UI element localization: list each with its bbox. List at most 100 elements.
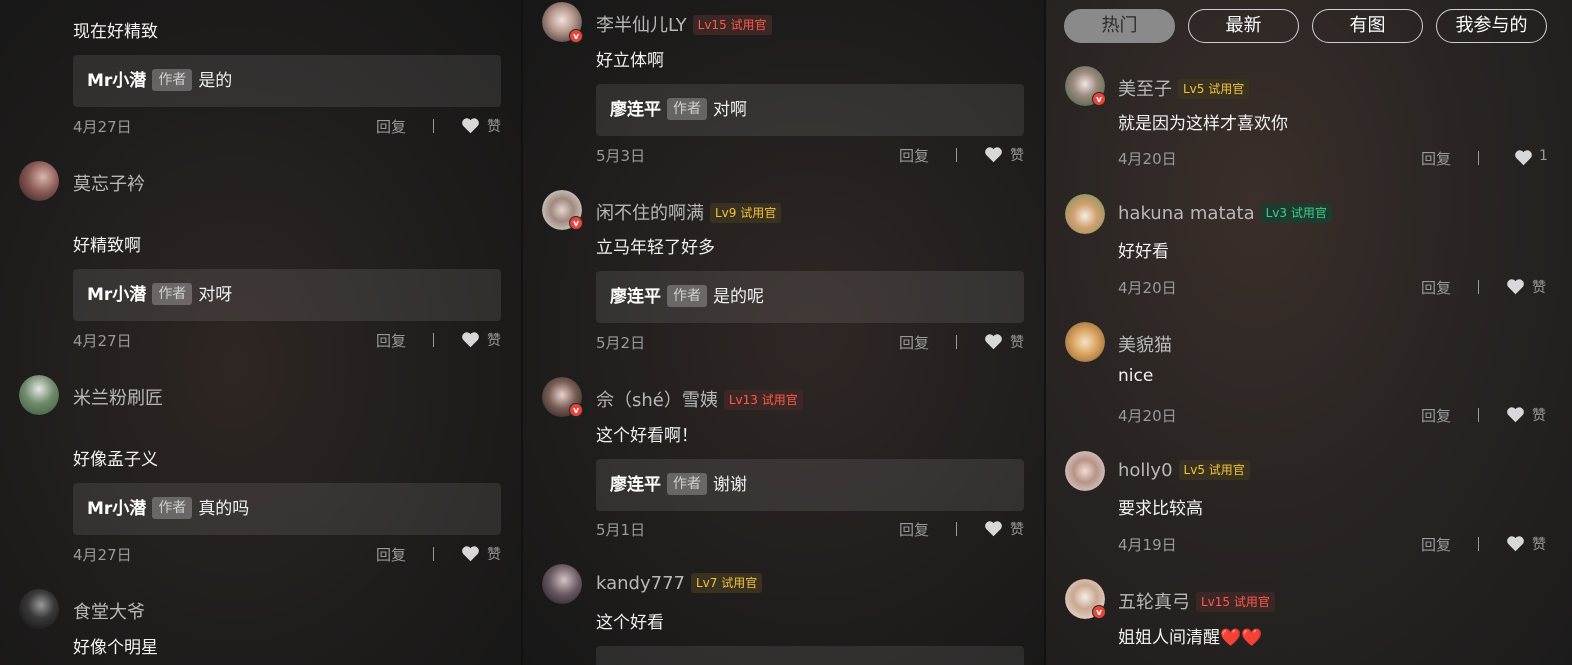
author-reply[interactable]: Mr小潜 作者 对呀 xyxy=(73,269,501,321)
username[interactable]: 食堂大爷 xyxy=(73,598,145,624)
verified-badge-icon: v xyxy=(1092,605,1106,619)
comment-text: 现在好精致 xyxy=(73,22,158,42)
heart-icon[interactable] xyxy=(1506,406,1525,423)
like-count: 赞 xyxy=(1532,537,1546,553)
comment-date: 4月20日 xyxy=(1118,407,1177,425)
level-badge: Lv3 试用官 xyxy=(1260,203,1332,223)
like-count: 1 xyxy=(1539,148,1548,164)
author-reply[interactable]: Mr小潜 作者 是的 xyxy=(73,55,501,107)
comment-column-3[interactable]: v 美至子 Lv5 试用官 就是因为这样才喜欢你 4月20日 回复 1 hakun… xyxy=(1046,0,1572,665)
author-tag: 作者 xyxy=(667,473,707,495)
comment-meta: 4月27日 回复 赞 xyxy=(73,116,501,136)
reply-button[interactable]: 回复 xyxy=(1421,405,1451,426)
username[interactable]: 李半仙儿LY Lv15 试用官 xyxy=(596,11,772,37)
divider xyxy=(956,335,957,349)
comment-date: 4月27日 xyxy=(73,332,132,350)
comment-column-2[interactable]: v 李半仙儿LY Lv15 试用官 好立体啊 廖连平 作者 对啊 5月3日 回复 赞 … xyxy=(523,0,1044,665)
like-count: 赞 xyxy=(1532,408,1546,424)
reply-author-name: 廖连平 xyxy=(610,100,661,120)
divider xyxy=(956,522,957,536)
heart-icon[interactable] xyxy=(461,117,480,134)
reply-button[interactable]: 回复 xyxy=(1421,277,1451,298)
username[interactable]: 闲不住的啊满 Lv9 试用官 xyxy=(596,199,782,225)
user-avatar[interactable] xyxy=(1065,451,1105,491)
username[interactable]: 美至子 Lv5 试用官 xyxy=(1118,75,1250,101)
comment-meta: 5月2日 回复 赞 xyxy=(596,332,1024,352)
like-count: 赞 xyxy=(1010,148,1024,164)
filter-participated-button[interactable]: 我参与的 xyxy=(1436,9,1547,43)
comment-column-1[interactable]: 现在好精致 Mr小潜 作者 是的 4月27日 回复 赞 莫忘子衿 好精致啊 Mr小潜… xyxy=(0,0,521,665)
username[interactable]: 五轮真弓 Lv15 试用官 xyxy=(1118,588,1275,614)
reply-button[interactable]: 回复 xyxy=(376,330,406,351)
reply-button[interactable]: 回复 xyxy=(899,332,929,353)
heart-icon[interactable] xyxy=(461,331,480,348)
reply-button[interactable]: 回复 xyxy=(899,519,929,540)
comment-text: 好像个明星 xyxy=(73,638,158,658)
user-avatar[interactable] xyxy=(1065,322,1105,362)
heart-icon[interactable] xyxy=(984,333,1003,350)
username[interactable]: hakuna matata Lv3 试用官 xyxy=(1118,203,1332,224)
username[interactable]: 莫忘子衿 xyxy=(73,170,145,196)
heart-icon[interactable] xyxy=(984,146,1003,163)
reply-text: 谢谢 xyxy=(713,475,747,495)
username[interactable]: 米兰粉刷匠 xyxy=(73,384,163,410)
author-reply[interactable]: 廖连平 作者 对啊 xyxy=(596,84,1024,136)
reply-button[interactable]: 回复 xyxy=(1421,148,1451,169)
divider xyxy=(433,547,434,561)
reply-text: 对啊 xyxy=(713,100,747,120)
like-count: 赞 xyxy=(487,547,501,563)
comment-date: 4月27日 xyxy=(73,118,132,136)
author-reply[interactable]: Mr小潜 作者 真的吗 xyxy=(73,483,501,535)
user-avatar[interactable] xyxy=(542,564,582,604)
username[interactable]: 佘（shé）雪姨 Lv13 试用官 xyxy=(596,386,803,412)
reply-button[interactable]: 回复 xyxy=(899,145,929,166)
comment-text: 这个好看啊！ xyxy=(596,426,698,446)
author-reply[interactable]: 廖连平 作者 谢谢 xyxy=(596,459,1024,511)
username[interactable]: holly0 Lv5 试用官 xyxy=(1118,460,1250,481)
heart-icon[interactable] xyxy=(984,520,1003,537)
user-avatar[interactable] xyxy=(19,161,59,201)
heart-icon[interactable] xyxy=(1506,278,1525,295)
heart-icon[interactable] xyxy=(461,545,480,562)
author-tag: 作者 xyxy=(152,283,193,305)
author-reply[interactable]: 廖连平 作者 是的呢 xyxy=(596,271,1024,323)
reply-text: 是的 xyxy=(198,71,233,91)
divider xyxy=(1478,280,1479,294)
filter-hot-button[interactable]: 热门 xyxy=(1064,9,1175,43)
like-count: 赞 xyxy=(487,119,501,135)
like-count: 赞 xyxy=(1010,335,1024,351)
verified-badge-icon: v xyxy=(569,216,583,230)
filter-with-image-button[interactable]: 有图 xyxy=(1312,9,1423,43)
comment-meta: 4月20日 回复 1 xyxy=(1118,148,1548,168)
reply-text: 真的吗 xyxy=(198,499,250,519)
reply-author-name: Mr小潜 xyxy=(87,499,147,519)
comment-text: 好精致啊 xyxy=(73,236,141,256)
comment-text: 就是因为这样才喜欢你 xyxy=(1118,114,1288,134)
level-badge: Lv5 试用官 xyxy=(1178,79,1250,99)
author-reply[interactable] xyxy=(596,646,1024,665)
comment-date: 5月3日 xyxy=(596,147,646,165)
username-text: 佘（shé）雪姨 xyxy=(596,390,718,411)
verified-badge-icon: v xyxy=(1092,92,1106,106)
comment-filter-bar: 热门 最新 有图 我参与的 xyxy=(1064,9,1564,45)
username[interactable]: 美貌猫 xyxy=(1118,331,1172,357)
divider xyxy=(433,333,434,347)
user-avatar[interactable] xyxy=(1065,194,1105,234)
username-text: 李半仙儿LY xyxy=(596,15,687,36)
reply-button[interactable]: 回复 xyxy=(1421,534,1451,555)
username-text: 五轮真弓 xyxy=(1118,592,1190,613)
username[interactable]: kandy777 Lv7 试用官 xyxy=(596,573,763,594)
comment-meta: 4月27日 回复 赞 xyxy=(73,544,501,564)
divider xyxy=(433,119,434,133)
user-avatar[interactable] xyxy=(19,375,59,415)
reply-button[interactable]: 回复 xyxy=(376,116,406,137)
user-avatar[interactable] xyxy=(19,589,59,629)
heart-icon[interactable] xyxy=(1514,149,1533,166)
like-count: 赞 xyxy=(1532,280,1546,296)
reply-button[interactable]: 回复 xyxy=(376,544,406,565)
reply-author-name: Mr小潜 xyxy=(87,285,147,305)
filter-latest-button[interactable]: 最新 xyxy=(1188,9,1299,43)
comment-text: 好像孟子义 xyxy=(73,450,158,470)
comment-meta: 4月19日 回复 赞 xyxy=(1118,534,1548,554)
heart-icon[interactable] xyxy=(1506,535,1525,552)
